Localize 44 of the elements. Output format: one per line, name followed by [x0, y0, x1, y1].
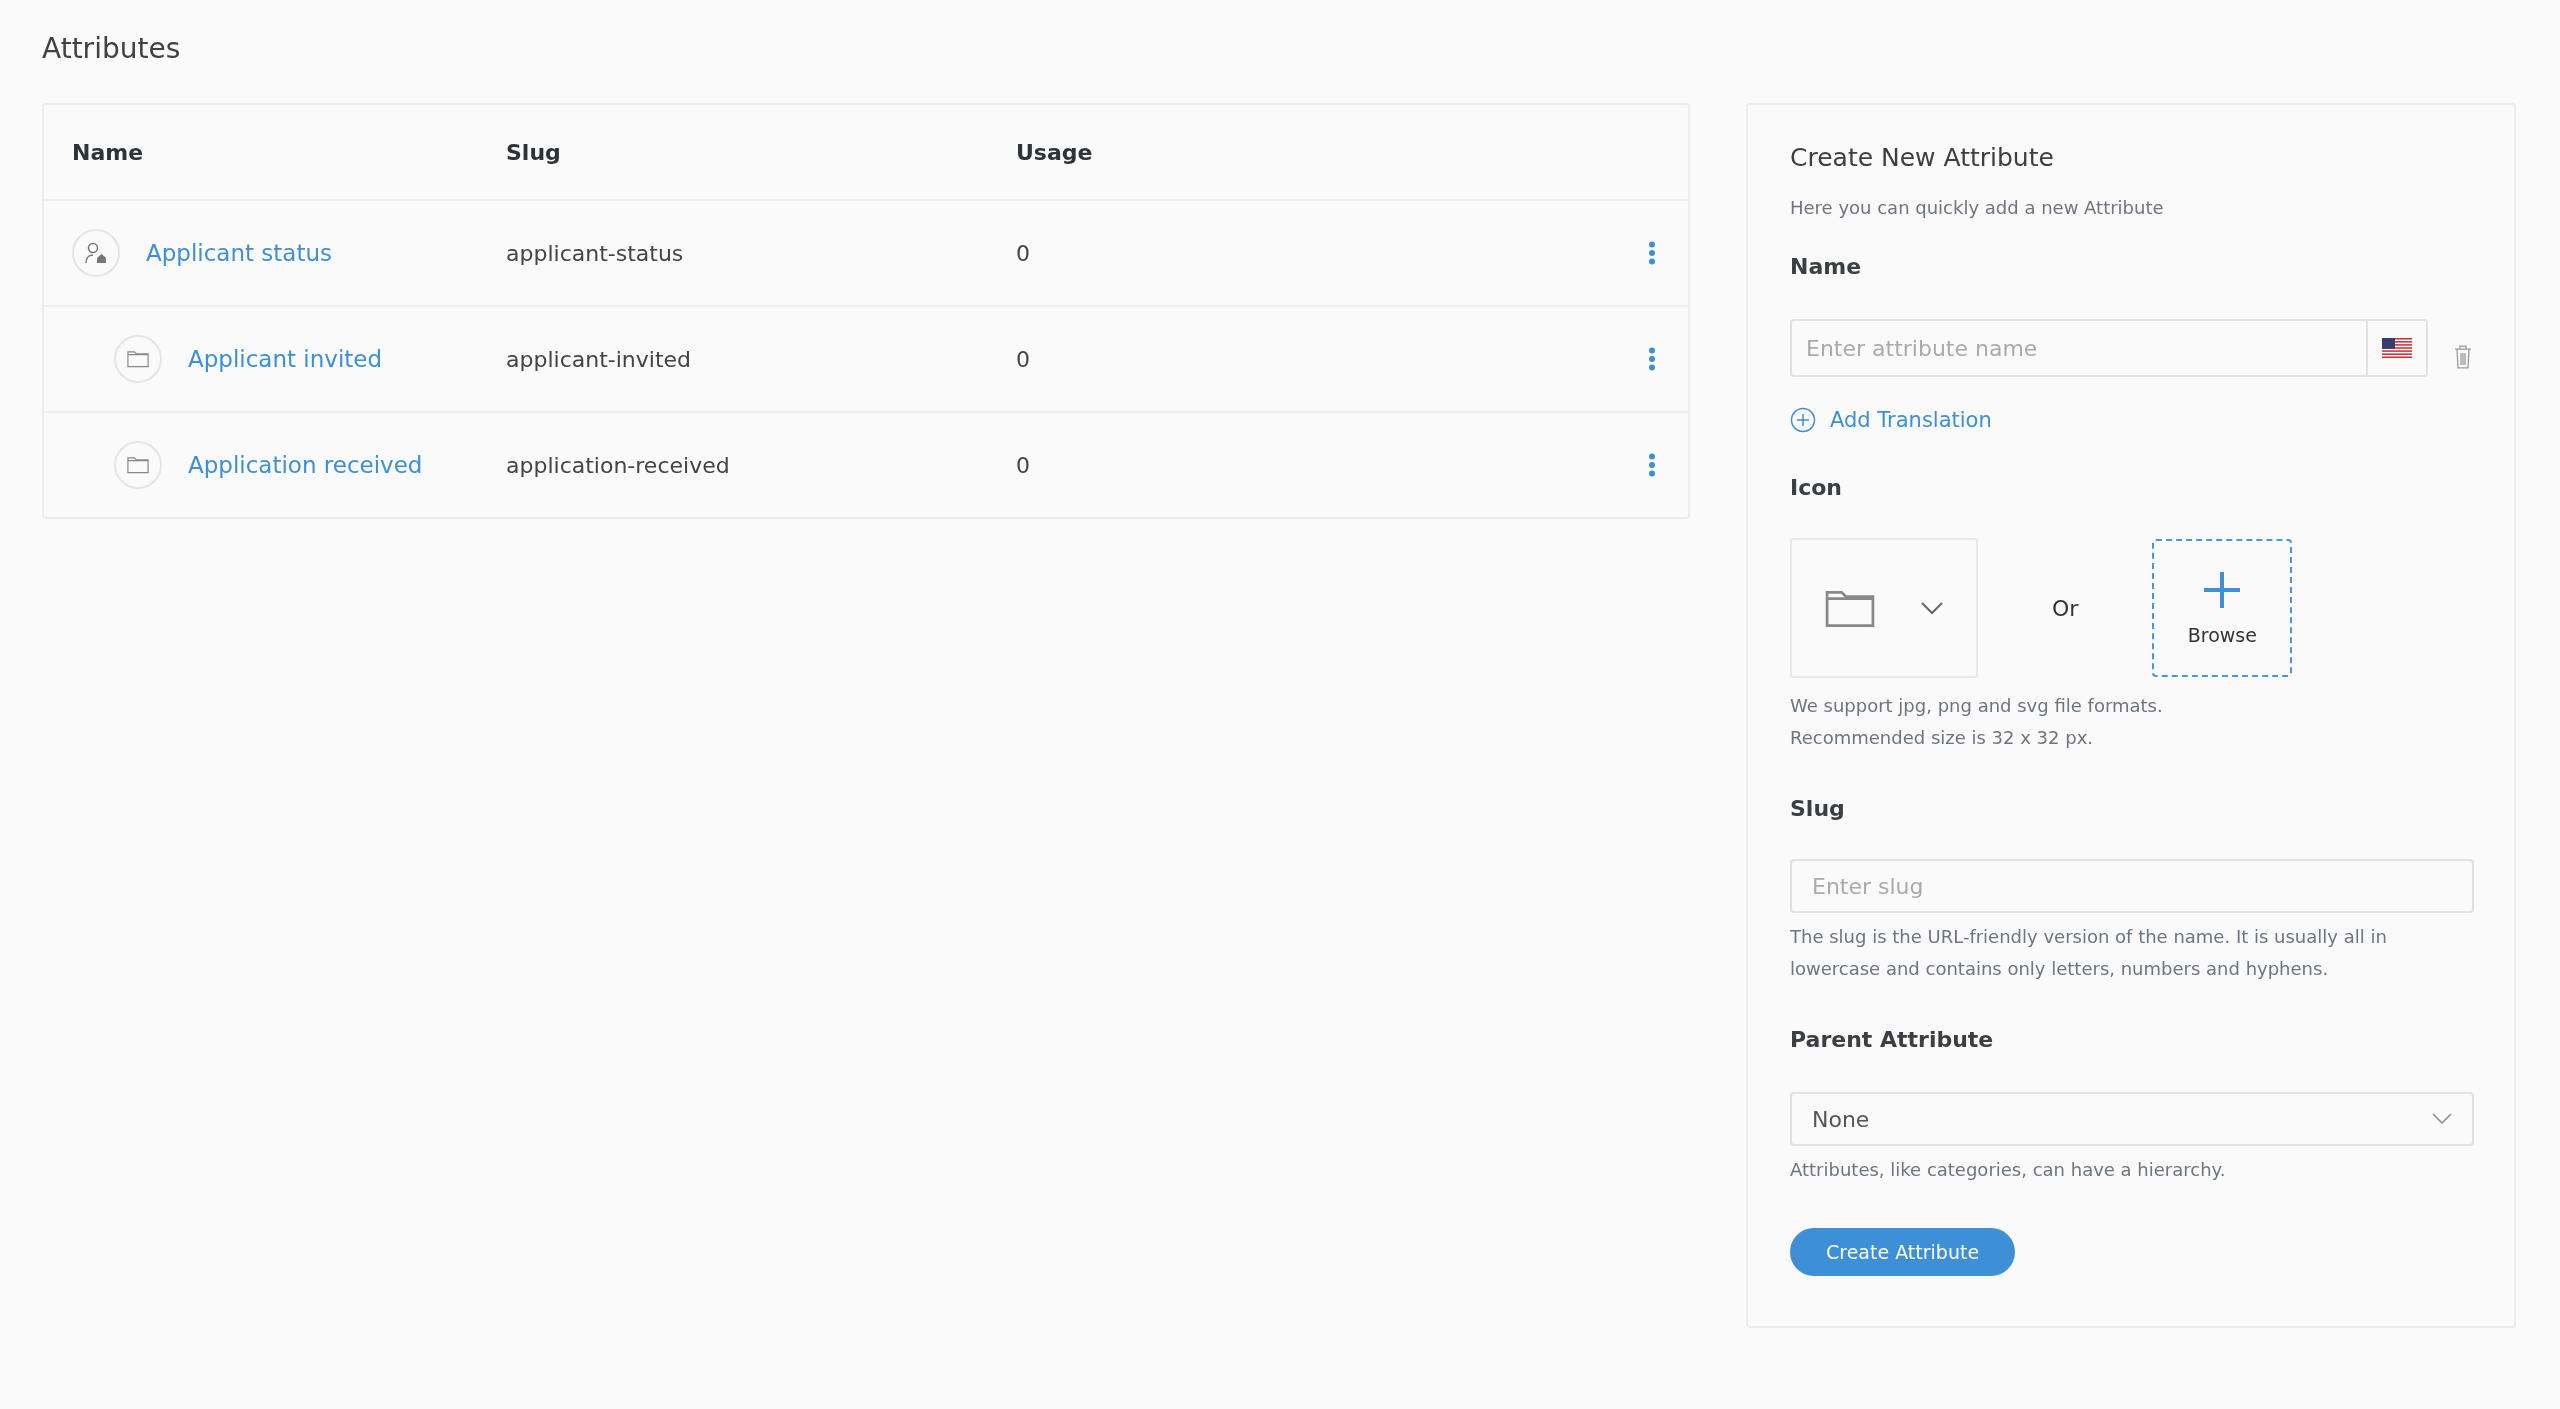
column-header: Usage	[1016, 139, 1094, 165]
help-text: Attributes, like categories, can have a hierarchy.	[1790, 1158, 2227, 1182]
chevron-down-icon	[1921, 601, 1943, 615]
slug-field[interactable]: Enter slug	[1790, 859, 2474, 913]
slug-cell-text: applicant-status	[506, 240, 685, 266]
add-translation-link[interactable]: Add Translation	[1790, 407, 1992, 433]
panel-subtitle: Here you can quickly add a new Attribute	[1790, 196, 2165, 220]
trash-icon[interactable]	[2454, 345, 2472, 369]
chevron-down-icon	[2432, 1113, 2452, 1125]
browse-button[interactable]: Browse	[2152, 539, 2293, 677]
vertical-dots-icon	[1648, 453, 1656, 477]
plus-circle-icon	[1790, 407, 1816, 433]
field-label: Parent Attribute	[1790, 1027, 1995, 1052]
page-title: Attributes	[42, 32, 182, 65]
attribute-name-link[interactable]: Applicant invited	[188, 346, 383, 372]
panel-title: Create New Attribute	[1790, 143, 2055, 172]
icon-dropdown[interactable]	[1790, 538, 1978, 678]
parent-attribute-select[interactable]: None	[1790, 1092, 2474, 1146]
folder-icon	[127, 456, 149, 474]
column-header: Name	[72, 139, 145, 165]
usage-cell-text: 0	[1016, 240, 1031, 266]
slug-cell-text: applicant-invited	[506, 346, 693, 372]
attribute-name-link[interactable]: Applicant status	[146, 240, 333, 266]
help-text: We support jpg, png and svg file formats.	[1790, 694, 2164, 718]
create-attribute-button[interactable]: Create Attribute	[1790, 1228, 2016, 1276]
field-label: Slug	[1790, 796, 1846, 821]
help-text: The slug is the URL-friendly version of the name. It is usually all in lowercase and contains only letters, numbers and hyphens.	[1790, 925, 2388, 981]
help-text: Recommended size is 32 x 32 px.	[1790, 726, 2095, 750]
vertical-dots-icon	[1648, 241, 1656, 265]
person-icon	[84, 241, 108, 265]
field-label: Icon	[1790, 475, 1843, 500]
usage-cell-text: 0	[1016, 452, 1031, 478]
vertical-dots-icon	[1648, 347, 1656, 371]
us-flag-icon[interactable]	[2366, 319, 2429, 377]
column-header: Slug	[506, 139, 562, 165]
slug-cell-text: application-received	[506, 452, 731, 478]
attribute-name-link[interactable]: Application received	[188, 452, 423, 478]
attribute-name-field[interactable]: Enter attribute name	[1790, 319, 2367, 377]
folder-icon	[127, 350, 149, 368]
field-label: Name	[1790, 254, 1863, 279]
or-text: Or	[2052, 595, 2079, 621]
folder-icon	[1825, 588, 1875, 628]
usage-cell-text: 0	[1016, 346, 1031, 372]
plus-icon	[2202, 570, 2243, 610]
